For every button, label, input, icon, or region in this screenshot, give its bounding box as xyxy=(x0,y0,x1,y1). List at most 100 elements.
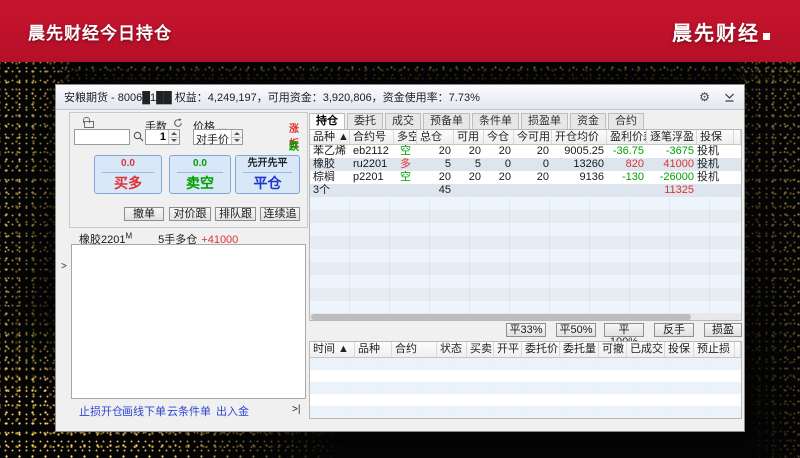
search-icon[interactable] xyxy=(133,131,144,145)
settings-gear-icon[interactable]: ⚙ xyxy=(698,90,711,104)
cell-product: 棕榈 xyxy=(313,171,335,183)
cell-contract: eb2112 xyxy=(353,145,389,157)
order-entry-panel: 手数 价格 ... 对手价 涨板 跌板 0.0 买多 0.0 xyxy=(69,112,308,228)
positions-body: 苯乙烯 eb2112 空 20 20 20 20 9005.25 -36.75 … xyxy=(310,145,741,320)
orders-table: 时间 ▲ 品种 合约 状态 买卖 开平 委托价 委托量 可撤 已成交 投保 预止… xyxy=(309,341,742,419)
col-float-pnl[interactable]: 逐笔浮盈 xyxy=(647,130,697,144)
cell-side: 空 xyxy=(400,145,411,157)
account-number: 8006█1██ xyxy=(117,92,172,104)
title-separator: - xyxy=(108,92,118,104)
gold-glitter-right-band xyxy=(740,55,800,458)
buy-long-label: 买多 xyxy=(114,175,142,191)
cell-product: 苯乙烯 xyxy=(313,145,346,157)
col-status[interactable]: 状态 xyxy=(437,342,467,357)
continuous-chase-button[interactable]: 连续追 xyxy=(260,207,300,221)
lots-value[interactable] xyxy=(146,130,168,144)
cell-total: 5 xyxy=(444,158,451,170)
stop-loss-open-link[interactable]: 止损开仓 xyxy=(79,403,123,419)
col-hedge-flag[interactable]: 投保 xyxy=(665,342,694,357)
close-50-percent-button[interactable]: 平50% xyxy=(556,323,596,337)
col-today[interactable]: 今仓 xyxy=(484,130,514,144)
sell-short-button[interactable]: 0.0 卖空 xyxy=(169,155,231,194)
col-total[interactable]: 总仓 xyxy=(417,130,454,144)
banner-title: 晨先财经今日持仓 xyxy=(28,23,172,43)
position-row-eb2112[interactable]: 苯乙烯 eb2112 空 20 20 20 20 9005.25 -36.75 … xyxy=(310,145,741,158)
contract-search-input[interactable] xyxy=(74,129,130,145)
cell-float-pnl: -3675 xyxy=(665,145,694,157)
position-row-p2201[interactable]: 棕榈 p2201 空 20 20 20 20 9136 -130 -26000 … xyxy=(310,171,741,184)
price-type-selector[interactable]: 对手价 xyxy=(193,129,243,146)
tab-prepared-orders[interactable]: 预备单 xyxy=(423,113,470,129)
stop-profit-loss-button[interactable]: 损盈 xyxy=(704,323,742,337)
tab-positions[interactable]: 持仓 xyxy=(309,113,345,129)
col-product[interactable]: 品种 ▲ xyxy=(310,130,350,144)
tab-orders[interactable]: 委托 xyxy=(347,113,383,129)
collapse-right-toggle[interactable]: >| xyxy=(292,404,300,415)
cell-float-pnl: 41000 xyxy=(663,158,694,170)
tab-funds[interactable]: 资金 xyxy=(570,113,606,129)
tab-trades[interactable]: 成交 xyxy=(385,113,421,129)
minimize-icon[interactable] xyxy=(723,91,736,103)
lots-stepper[interactable] xyxy=(145,129,180,145)
col-filled[interactable]: 已成交 xyxy=(627,342,665,357)
positions-summary-row: 3个 45 11325 xyxy=(310,184,741,197)
buy-long-button[interactable]: 0.0 买多 xyxy=(94,155,162,194)
col-open-close[interactable]: 开平 xyxy=(494,342,522,357)
cell-total: 20 xyxy=(438,145,451,157)
col-time[interactable]: 时间 ▲ xyxy=(310,342,355,357)
col-pre-stop-loss[interactable]: 预止损 xyxy=(694,342,735,357)
header-banner: 晨先财经今日持仓 晨先财经 xyxy=(0,0,800,62)
scrollbar-thumb[interactable] xyxy=(311,314,691,320)
col-buy-sell[interactable]: 买卖 xyxy=(467,342,494,357)
col-side[interactable]: 多空 xyxy=(394,130,417,144)
col-cancelable[interactable]: 可撤 xyxy=(599,342,627,357)
close-33-percent-button[interactable]: 平33% xyxy=(506,323,546,337)
cell-hedge: 投机 xyxy=(697,158,719,170)
cancel-order-button[interactable]: 撤单 xyxy=(124,207,164,221)
cloud-condition-order-link[interactable]: 云条件单 xyxy=(167,403,211,419)
cell-profit-diff: -36.75 xyxy=(612,145,644,157)
window-title: 安粮期货 - 8006█1██ 权益：4,249,197，可用资金：3,920,… xyxy=(64,89,480,105)
chart-placeholder-area[interactable] xyxy=(71,244,306,399)
follow-counter-price-button[interactable]: 对价跟 xyxy=(169,207,211,221)
brand-logo: 晨先财经 xyxy=(672,17,770,46)
cell-today-available: 20 xyxy=(536,171,549,183)
close-100-percent-button[interactable]: 平100% xyxy=(604,323,644,348)
col-order-qty[interactable]: 委托量 xyxy=(560,342,599,357)
cell-today-available: 0 xyxy=(542,158,549,170)
col-contract[interactable]: 合约 xyxy=(392,342,437,357)
cell-profit-diff: -130 xyxy=(621,171,644,183)
cell-profit-diff: 820 xyxy=(625,158,644,170)
tab-condition-orders[interactable]: 条件单 xyxy=(472,113,519,129)
col-product[interactable]: 品种 xyxy=(355,342,392,357)
col-contract[interactable]: 合约号 xyxy=(350,130,394,144)
cell-avg-price: 9005.25 xyxy=(564,145,604,157)
position-action-buttons: 平33% 平50% 平100% 反手 损盈 xyxy=(309,323,742,348)
col-order-price[interactable]: 委托价 xyxy=(522,342,560,357)
close-mode-text: 先开先平 xyxy=(247,158,288,169)
collapse-left-toggle[interactable]: > xyxy=(61,261,67,272)
tab-stop-orders[interactable]: 损盈单 xyxy=(521,113,568,129)
draw-line-order-link[interactable]: 画线下单 xyxy=(122,403,166,419)
positions-table: 品种 ▲ 合约号 多空 总仓 可用 今仓 今可用 开仓均价 盈利价差 逐笔浮盈 … xyxy=(309,129,742,321)
col-available[interactable]: 可用 xyxy=(454,130,484,144)
cell-avg-price: 9136 xyxy=(579,171,604,183)
col-profit-diff[interactable]: 盈利价差 xyxy=(607,130,647,144)
price-down-arrow[interactable] xyxy=(232,136,242,144)
queue-follow-button[interactable]: 排队跟 xyxy=(215,207,256,221)
col-today-available[interactable]: 今可用 xyxy=(514,130,552,144)
unlock-icon[interactable] xyxy=(83,117,94,128)
cell-hedge: 投机 xyxy=(697,171,719,183)
broker-name: 安粮期货 xyxy=(64,92,108,104)
close-position-button[interactable]: 先开先平 平仓 xyxy=(235,155,300,194)
position-row-ru2201[interactable]: 橡胶 ru2201 多 5 5 0 0 13260 820 41000 投机 xyxy=(310,158,741,171)
tab-contracts[interactable]: 合约 xyxy=(608,113,644,129)
col-filler xyxy=(735,342,741,357)
col-avg-open-price[interactable]: 开仓均价 xyxy=(552,130,607,144)
cell-avg-price: 13260 xyxy=(573,158,604,170)
col-hedge-flag[interactable]: 投保 xyxy=(697,130,734,144)
horizontal-scrollbar[interactable] xyxy=(310,313,741,320)
reverse-position-button[interactable]: 反手 xyxy=(654,323,694,337)
deposit-withdraw-link[interactable]: 出入金 xyxy=(216,403,249,419)
lots-decrement-arrow[interactable] xyxy=(169,136,179,144)
